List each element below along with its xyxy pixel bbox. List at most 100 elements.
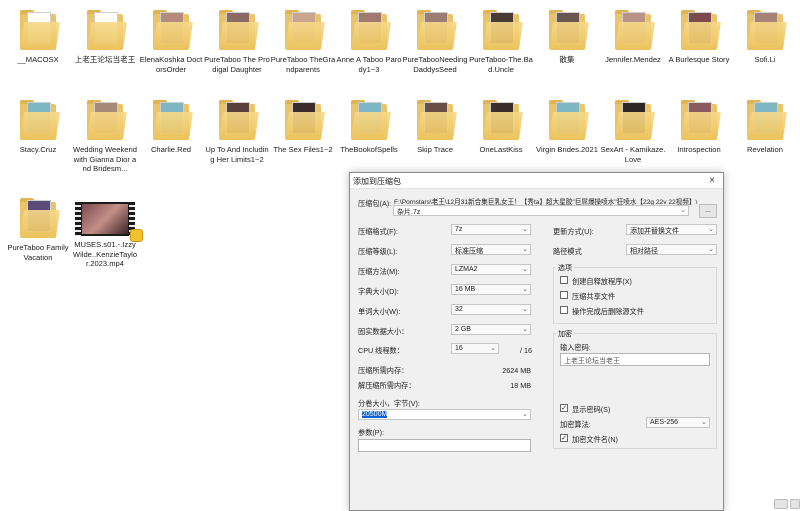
format-select[interactable]: 7z ⌄ [451, 224, 531, 235]
item-label: Skip Trace [417, 145, 453, 154]
folder-icon [18, 196, 60, 240]
folder-icon [547, 8, 589, 52]
threads-select[interactable]: 16 ⌄ [451, 343, 499, 354]
folder-item[interactable]: ElenaKoshka DoctorsOrder [138, 8, 204, 74]
folder-item[interactable]: 上老王论坛当老王 [72, 8, 138, 65]
folder-icon [151, 98, 193, 142]
item-label: Virgin Brides.2021 [536, 145, 598, 154]
folder-item[interactable]: PureTaboo-The.Bad.Uncle [468, 8, 534, 74]
folder-front [87, 112, 127, 140]
folder-item[interactable]: PureTaboo The Prodigal Daughter [204, 8, 270, 74]
format-value: 7z [455, 226, 463, 233]
folder-front [747, 112, 787, 140]
delete-checkbox[interactable] [560, 306, 568, 314]
folder-icon [481, 8, 523, 52]
item-label: 上老王论坛当老王 [74, 55, 136, 64]
folder-item[interactable]: Jennifer.Mendez [600, 8, 666, 65]
encryption-title: 加密 [556, 329, 574, 339]
folder-item[interactable]: PureTaboo TheGrandparents [270, 8, 336, 74]
folder-front [417, 22, 457, 50]
level-select[interactable]: 标准压缩 ⌄ [451, 244, 531, 255]
encrypt-names-checkbox[interactable]: ✓ [560, 434, 568, 442]
folder-item[interactable]: Stacy.Cruz [5, 98, 71, 155]
threads-label: CPU 线程数： [358, 346, 404, 355]
folder-item[interactable]: Revelation [732, 98, 798, 155]
dict-select[interactable]: 16 MB ⌄ [451, 284, 531, 295]
enc-method-label: 加密算法: [560, 420, 591, 429]
player-badge-icon [130, 229, 143, 242]
folder-item[interactable]: SexArt - Kamikaze.Love [600, 98, 666, 164]
folder-item[interactable]: PureTabooNeedingDaddysSeed [402, 8, 468, 74]
solid-select[interactable]: 2 GB ⌄ [451, 324, 531, 335]
folder-item[interactable]: Anne A Taboo Parody1~3 [336, 8, 402, 74]
dict-label: 字典大小(D): [358, 287, 399, 296]
update-select[interactable]: 添加并替换文件 ⌄ [626, 224, 717, 235]
folder-front [20, 210, 60, 238]
method-select[interactable]: LZMA2 ⌄ [451, 264, 531, 275]
folder-item[interactable]: A Burlesque Story [666, 8, 732, 65]
word-select[interactable]: 32 ⌄ [451, 304, 531, 315]
taskbar-window-icon[interactable] [774, 499, 788, 509]
folder-front [615, 22, 655, 50]
archive-name-value: 杂片.7z [397, 209, 421, 216]
item-label: ElenaKoshka DoctorsOrder [139, 55, 203, 74]
chevron-down-icon: ⌄ [708, 226, 714, 233]
folder-item[interactable]: __MACOSX [5, 8, 71, 65]
sfx-checkbox[interactable] [560, 276, 568, 284]
folder-icon [349, 8, 391, 52]
item-label: PureTabooNeedingDaddysSeed [402, 55, 468, 74]
folder-item[interactable]: Introspection [666, 98, 732, 155]
folder-icon [679, 98, 721, 142]
item-label: Anne A Taboo Parody1~3 [336, 55, 402, 74]
folder-front [549, 22, 589, 50]
item-label: PureTaboo Family Vacation [7, 243, 69, 262]
split-size-combo[interactable]: 20500M ⌄ [358, 409, 531, 420]
chevron-down-icon: ⌄ [522, 326, 528, 333]
chevron-down-icon: ⌄ [522, 246, 528, 253]
check-icon: ✓ [561, 405, 567, 412]
dialog-titlebar[interactable]: 添加到压缩包 × [350, 173, 723, 189]
folder-item[interactable]: Skip Trace [402, 98, 468, 155]
show-password-checkbox[interactable]: ✓ [560, 404, 568, 412]
chevron-down-icon: ⌄ [708, 246, 714, 253]
item-label: TheBookofSpells [340, 145, 398, 154]
folder-item[interactable]: 散集 [534, 8, 600, 65]
archive-name-combo[interactable]: 杂片.7z ⌄ [393, 205, 689, 216]
taskbar-window-icon[interactable] [790, 499, 800, 509]
password-input[interactable]: 上老王论坛当老王 [560, 353, 710, 366]
browse-button[interactable]: ... [699, 204, 717, 218]
folder-front [87, 22, 127, 50]
folder-front [153, 112, 193, 140]
folder-item[interactable]: Sofi.Li [732, 8, 798, 65]
enc-method-select[interactable]: AES-256 ⌄ [646, 417, 710, 428]
word-value: 32 [455, 306, 463, 313]
folder-item[interactable]: Charlie.Red [138, 98, 204, 155]
folder-item[interactable]: Wedding Weekend with Gianna Dior and Bri… [72, 98, 138, 174]
mem-compress-label: 压缩所需内存： [358, 366, 409, 375]
folder-front [747, 22, 787, 50]
folder-item[interactable]: TheBookofSpells [336, 98, 402, 155]
chevron-down-icon: ⌄ [522, 306, 528, 313]
folder-item[interactable]: Virgin Brides.2021 [534, 98, 600, 155]
folder-icon [415, 98, 457, 142]
close-icon[interactable]: × [709, 175, 715, 186]
folder-item[interactable]: PureTaboo Family Vacation [5, 196, 71, 262]
password-label: 输入密码: [560, 343, 591, 352]
folder-front [219, 112, 259, 140]
mem-compress-value: 2624 MB [502, 366, 531, 375]
folder-item[interactable]: Up To And Including Her Limits1~2 [204, 98, 270, 164]
video-file-item[interactable]: MUSES.s01.-.IzzyWilde..KenzieTaylor.2023… [72, 196, 143, 269]
folder-front [351, 112, 391, 140]
add-to-archive-dialog: 添加到压缩包 × 压缩包(A): F:\Pornstars\老王\12月31新合… [349, 172, 724, 511]
folder-icon [613, 8, 655, 52]
item-label: 散集 [559, 55, 575, 64]
params-input[interactable] [358, 439, 531, 452]
folder-item[interactable]: OneLastKiss [468, 98, 534, 155]
enc-method-value: AES-256 [650, 419, 679, 426]
path-mode-select[interactable]: 相对路径 ⌄ [626, 244, 717, 255]
video-thumbnail [82, 204, 128, 234]
mem-decompress-label: 解压缩所需内存： [358, 381, 416, 390]
item-label: MUSES.s01.-.IzzyWilde..KenzieTaylor.2023… [72, 240, 138, 268]
folder-item[interactable]: The Sex Files1~2 [270, 98, 336, 155]
shared-checkbox[interactable] [560, 291, 568, 299]
